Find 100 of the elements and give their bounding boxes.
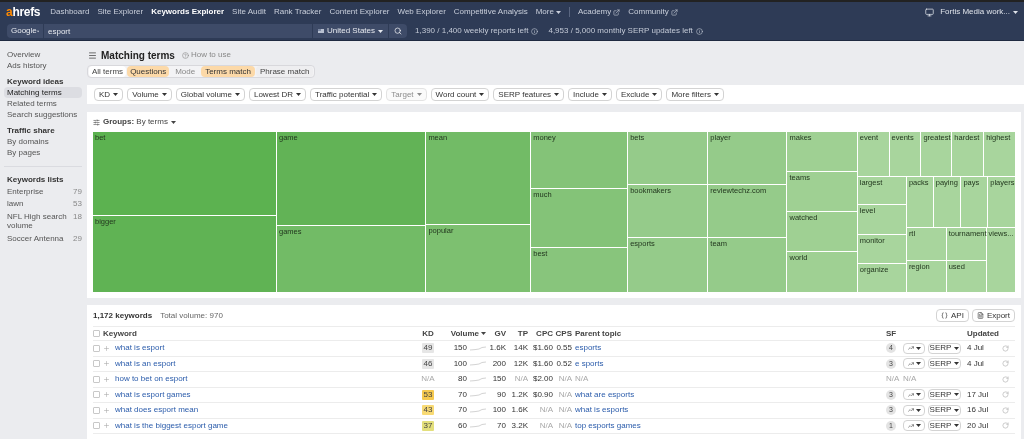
export-button[interactable]: Export — [971, 309, 1015, 322]
trend-dropdown[interactable] — [903, 389, 925, 401]
filter-dropdown[interactable]: Include — [568, 88, 612, 101]
nav-link[interactable]: Community — [628, 6, 678, 18]
nav-link[interactable]: More — [535, 6, 561, 18]
filter-dropdown[interactable]: KD — [94, 88, 124, 101]
filter-dropdown[interactable]: Traffic potential — [310, 88, 383, 101]
keyword-link[interactable]: what is esport — [115, 342, 165, 355]
sidebar-item[interactable]: Related terms — [4, 98, 82, 109]
braces-icon — [940, 312, 948, 319]
nav-link[interactable]: Content Explorer — [329, 6, 390, 18]
refresh-icon[interactable] — [1002, 375, 1009, 383]
filter-dropdown[interactable]: Word count — [430, 88, 490, 101]
filter-dropdown[interactable]: Volume — [127, 88, 172, 101]
trend-dropdown[interactable] — [903, 342, 925, 354]
refresh-icon[interactable] — [1002, 360, 1009, 368]
filter-dropdown[interactable]: Lowest DR — [248, 88, 307, 101]
sidebar-item[interactable]: Overview — [4, 49, 82, 60]
sidebar-item[interactable]: Search suggestions — [4, 109, 82, 120]
nav-link[interactable]: Web Explorer — [397, 6, 446, 18]
serp-dropdown[interactable]: SERP — [928, 389, 961, 401]
plus-icon[interactable] — [103, 391, 110, 399]
filter-dropdown[interactable]: More filters — [666, 88, 724, 101]
nav-link[interactable]: Site Explorer — [97, 6, 144, 18]
monitor-icon[interactable] — [925, 7, 935, 17]
trend-dropdown[interactable] — [903, 404, 925, 416]
sidebar-item[interactable]: By pages — [4, 147, 82, 158]
nav-link[interactable]: Rank Tracker — [273, 6, 322, 18]
serp-dropdown[interactable]: SERP — [928, 404, 961, 416]
column-header[interactable]: SF — [886, 327, 964, 340]
column-header[interactable]: Volume — [440, 327, 486, 340]
search-button[interactable] — [389, 24, 408, 38]
country-dropdown[interactable]: United States — [313, 24, 389, 38]
keyword-link[interactable]: what is esport games — [115, 388, 191, 401]
nav-link[interactable]: Academy — [577, 6, 621, 18]
checkbox[interactable] — [93, 360, 100, 368]
column-header[interactable]: Parent topic — [572, 327, 886, 340]
column-header[interactable]: CPC — [528, 327, 553, 340]
checkbox[interactable] — [93, 330, 100, 337]
refresh-icon[interactable] — [1002, 422, 1009, 430]
mode-tab[interactable]: Terms match — [201, 66, 255, 77]
keyword-list-item[interactable]: NFL High search volume 18 — [4, 210, 82, 233]
keyword-list-item[interactable]: lawn 53 — [4, 197, 82, 211]
filter-dropdown[interactable]: Exclude — [615, 88, 663, 101]
serp-dropdown[interactable]: SERP — [928, 342, 961, 354]
nav-link[interactable]: Site Audit — [232, 6, 266, 18]
info-icon[interactable] — [695, 27, 703, 35]
parent-topic-link[interactable]: e sports — [575, 357, 604, 370]
mode-tab[interactable]: Phrase match — [255, 66, 314, 77]
filter-dropdown[interactable]: SERP features — [493, 88, 565, 101]
serp-dropdown[interactable]: SERP — [928, 358, 961, 370]
column-header[interactable]: KD — [416, 327, 440, 340]
sidebar-item[interactable]: By domains — [4, 136, 82, 147]
column-header[interactable]: Updated — [964, 327, 1012, 340]
checkbox[interactable] — [93, 422, 100, 430]
refresh-icon[interactable] — [1002, 406, 1009, 414]
menu-icon[interactable] — [88, 50, 97, 60]
plus-icon[interactable] — [103, 375, 110, 383]
plus-icon[interactable] — [103, 422, 110, 430]
tab[interactable]: All terms — [89, 66, 127, 77]
column-header[interactable]: Keyword — [103, 327, 416, 340]
tab[interactable]: Questions — [127, 66, 170, 77]
parent-topic-link[interactable]: what are esports — [575, 388, 635, 401]
engine-dropdown[interactable]: Google — [7, 24, 43, 38]
sidebar-item[interactable]: Ads history — [4, 60, 82, 71]
serp-dropdown[interactable]: SERP — [928, 420, 961, 432]
column-header[interactable]: GV — [486, 327, 506, 340]
plus-icon[interactable] — [103, 360, 110, 368]
nav-link[interactable]: Keywords Explorer — [151, 6, 225, 18]
parent-topic-link[interactable]: what is esports — [575, 404, 629, 417]
search-field[interactable]: esport — [44, 24, 312, 38]
checkbox[interactable] — [93, 375, 100, 383]
keyword-list-item[interactable]: Enterprise 79 — [4, 185, 82, 198]
keyword-link[interactable]: what does esport mean — [115, 404, 199, 417]
column-header[interactable]: CPS — [553, 327, 572, 340]
sidebar-item[interactable]: Matching terms — [4, 87, 82, 98]
filter-dropdown[interactable]: Global volume — [175, 88, 245, 101]
groups-dropdown[interactable]: Groups: By terms — [93, 116, 176, 128]
keyword-link[interactable]: how to bet on esport — [115, 373, 188, 386]
refresh-icon[interactable] — [1002, 344, 1009, 352]
api-button[interactable]: API — [935, 309, 969, 322]
column-header[interactable]: TP — [506, 327, 528, 340]
keyword-link[interactable]: what is an esport — [115, 357, 176, 370]
checkbox[interactable] — [93, 344, 100, 352]
parent-topic-link[interactable]: top esports games — [575, 419, 641, 432]
nav-link[interactable]: Dashboard — [50, 6, 90, 18]
checkbox[interactable] — [93, 406, 100, 414]
account-menu[interactable]: Fortis Media work... — [940, 6, 1018, 18]
checkbox[interactable] — [93, 391, 100, 399]
keyword-link[interactable]: what is the biggest esport game — [115, 419, 228, 432]
trend-dropdown[interactable] — [903, 420, 925, 432]
nav-link[interactable]: Competitive Analysis — [453, 6, 528, 18]
logo[interactable]: ahrefs — [6, 6, 41, 18]
info-icon[interactable] — [531, 27, 539, 35]
refresh-icon[interactable] — [1002, 391, 1009, 399]
plus-icon[interactable] — [103, 406, 110, 414]
parent-topic-link[interactable]: esports — [575, 342, 602, 355]
plus-icon[interactable] — [103, 344, 110, 352]
trend-dropdown[interactable] — [903, 358, 925, 370]
keyword-list-item[interactable]: Soccer Antenna 29 — [4, 232, 82, 245]
